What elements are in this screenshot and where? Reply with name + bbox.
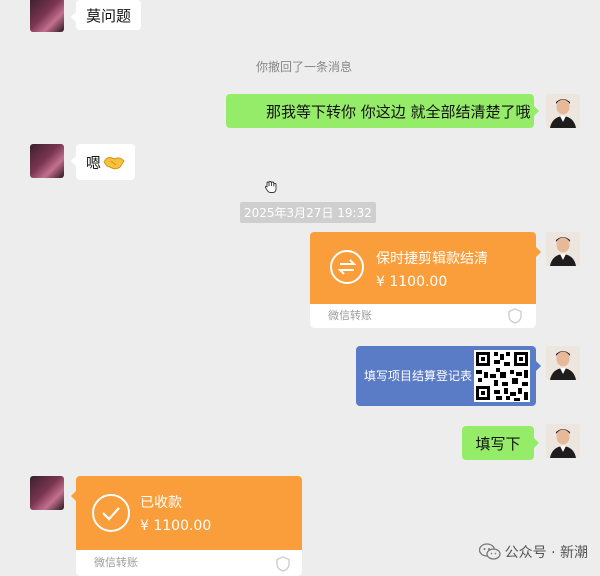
handshake-emoji <box>103 157 125 170</box>
shield-icon <box>508 308 522 324</box>
watermark: 公众号 · 新潮 <box>478 542 588 562</box>
card-title: 填写项目结算登记表 <box>364 369 473 383</box>
self-avatar[interactable] <box>546 232 580 266</box>
shield-icon <box>276 556 290 572</box>
transfer-amount: ¥ 1100.00 <box>376 274 448 290</box>
recall-notice: 你撤回了一条消息 <box>256 60 353 74</box>
message-text: 莫问题 <box>86 6 132 25</box>
outgoing-message-bubble[interactable]: 那我等下转你 你这边 就全部结清楚了哦 <box>226 94 539 128</box>
self-avatar[interactable] <box>546 346 580 380</box>
contact-avatar[interactable] <box>30 144 64 178</box>
message-text: 那我等下转你 你这边 就全部结清楚了哦 <box>266 102 531 121</box>
received-transfer-card[interactable]: 已收款 ¥ 1100.00 微信转账 <box>71 476 302 576</box>
message-timestamp: 2025年3月27日 19:32 <box>240 202 376 223</box>
transfer-title: 保时捷剪辑款结清 <box>376 251 488 267</box>
self-avatar[interactable] <box>546 424 580 458</box>
transfer-footer: 微信转账 <box>310 304 536 328</box>
outgoing-message-bubble[interactable]: 填写下 <box>462 426 539 460</box>
transfer-footer-label: 微信转账 <box>328 309 372 322</box>
incoming-message-bubble[interactable]: 莫问题 <box>70 0 142 30</box>
watermark-text: 公众号 · 新潮 <box>504 545 588 561</box>
form-link-card[interactable]: 填写项目结算登记表 <box>356 346 541 406</box>
transfer-amount: ¥ 1100.00 <box>140 518 212 534</box>
message-text: 嗯 <box>86 153 102 172</box>
transfer-title: 已收款 <box>140 495 182 511</box>
message-text: 填写下 <box>475 434 521 453</box>
contact-avatar[interactable] <box>30 0 64 32</box>
hand-cursor-icon <box>264 181 277 193</box>
qr-code-icon <box>474 350 530 402</box>
incoming-message-bubble[interactable]: 嗯 <box>70 144 136 180</box>
self-avatar[interactable] <box>546 94 580 128</box>
transfer-arrows-icon <box>330 250 364 284</box>
outgoing-transfer-card[interactable]: 保时捷剪辑款结清 ¥ 1100.00 微信转账 <box>310 232 541 328</box>
check-circle-icon <box>92 494 130 532</box>
contact-avatar[interactable] <box>30 476 64 510</box>
transfer-footer: 微信转账 <box>76 550 302 576</box>
transfer-footer-label: 微信转账 <box>94 556 138 569</box>
wechat-logo-icon <box>478 543 501 560</box>
